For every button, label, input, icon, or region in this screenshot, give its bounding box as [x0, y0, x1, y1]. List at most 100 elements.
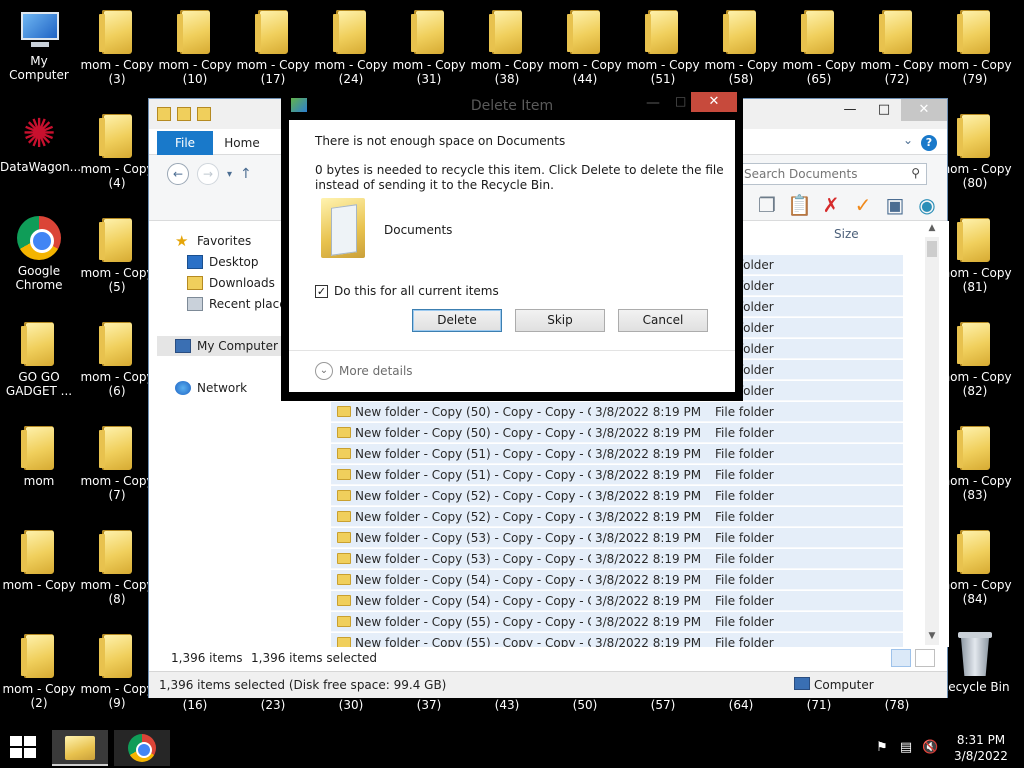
nav-network[interactable]: Network [175, 378, 247, 398]
minimize-button[interactable]: — [833, 99, 867, 121]
desktop-icon-mom-copy-31[interactable]: mom - Copy (31) [390, 2, 468, 86]
table-row[interactable]: New folder - Copy (52) - Copy - Copy - C… [331, 486, 903, 506]
recent-locations-icon[interactable]: ▾ [227, 169, 232, 180]
properties-icon[interactable]: ▣ [883, 193, 907, 217]
more-details-toggle[interactable]: ⌄ More details [315, 362, 413, 380]
nav-desktop[interactable]: Desktop [187, 252, 259, 272]
delete-button[interactable]: Delete [412, 309, 502, 332]
column-header-size[interactable]: Size [834, 227, 859, 241]
desktop-icon-label[interactable]: (30) [331, 698, 371, 712]
desktop-icon-my-computer[interactable]: My Computer [0, 2, 78, 82]
desktop-icon-mom-copy-38[interactable]: mom - Copy (38) [468, 2, 546, 86]
table-row[interactable]: New folder - Copy (55) - Copy - Copy - C… [331, 612, 903, 632]
nav-favorites[interactable]: ★ Favorites [175, 231, 251, 251]
desktop-icon-label[interactable]: (78) [877, 698, 917, 712]
minimize-button[interactable]: — [646, 95, 660, 111]
scroll-up-icon[interactable]: ▲ [925, 223, 939, 233]
properties-icon[interactable] [157, 107, 171, 121]
desktop-icon-label[interactable]: (64) [721, 698, 761, 712]
checkbox[interactable]: ✓ [315, 284, 328, 298]
network-status-icon[interactable]: ▤ [898, 740, 914, 756]
forward-button[interactable]: → [197, 163, 219, 185]
search-input[interactable] [738, 164, 898, 184]
close-button[interactable]: ✕ [901, 99, 947, 121]
rename-icon[interactable]: ✓ [851, 193, 875, 217]
table-row[interactable]: New folder - Copy (51) - Copy - Copy - C… [331, 465, 903, 485]
dialog-close-button[interactable]: ✕ [691, 92, 737, 112]
desktop-icon-mom-copy-72[interactable]: mom - Copy (72) [858, 2, 936, 86]
new-folder-icon[interactable] [177, 107, 191, 121]
nav-downloads[interactable]: Downloads [187, 273, 275, 293]
search-icon[interactable]: ⚲ [911, 166, 920, 180]
table-row[interactable]: New folder - Copy (52) - Copy - Copy - C… [331, 507, 903, 527]
desktop-icon-mom-copy-7[interactable]: mom - Copy (7) [78, 418, 156, 502]
folder-icon[interactable] [197, 107, 211, 121]
tab-file[interactable]: File [157, 131, 213, 155]
desktop-icon-label[interactable]: (23) [253, 698, 293, 712]
desktop-icon-mom-copy[interactable]: mom - Copy [0, 522, 78, 592]
desktop-icon-mom-copy-3[interactable]: mom - Copy (3) [78, 2, 156, 86]
volume-muted-icon[interactable]: 🔇 [922, 740, 938, 756]
help-icon[interactable]: ? [921, 135, 937, 151]
table-row[interactable]: New folder - Copy (53) - Copy - Copy - C… [331, 528, 903, 548]
search-box[interactable]: ⚲ [737, 163, 927, 185]
desktop-icon-mom-copy-79[interactable]: mom - Copy (79) [936, 2, 1014, 86]
desktop-icon-mom-copy-44[interactable]: mom - Copy (44) [546, 2, 624, 86]
desktop-icon-label[interactable]: (37) [409, 698, 449, 712]
chevron-down-icon[interactable]: ⌄ [903, 133, 913, 147]
table-row[interactable]: New folder - Copy (50) - Copy - Copy - C… [331, 402, 903, 422]
desktop-icon-label[interactable]: (16) [175, 698, 215, 712]
delete-icon[interactable]: ✗ [819, 193, 843, 217]
start-button[interactable] [10, 736, 38, 760]
desktop-icon-mom-copy-51[interactable]: mom - Copy (51) [624, 2, 702, 86]
desktop-icon-mom[interactable]: mom [0, 418, 78, 488]
desktop-icon-mom-copy-10[interactable]: mom - Copy (10) [156, 2, 234, 86]
large-icons-view-icon[interactable] [915, 649, 935, 667]
desktop-icon-mom-copy-6[interactable]: mom - Copy (6) [78, 314, 156, 398]
maximize-button[interactable]: □ [675, 94, 686, 108]
tab-home[interactable]: Home [215, 131, 269, 155]
desktop-icon-mom-copy-65[interactable]: mom - Copy (65) [780, 2, 858, 86]
taskbar-file-explorer[interactable] [52, 730, 108, 766]
taskbar-chrome[interactable] [114, 730, 170, 766]
desktop-icon-label[interactable]: (50) [565, 698, 605, 712]
cancel-button[interactable]: Cancel [618, 309, 708, 332]
desktop-icon-mom-copy-9[interactable]: mom - Copy (9) [78, 626, 156, 710]
desktop-icon-mom-copy-8[interactable]: mom - Copy (8) [78, 522, 156, 606]
desktop-icon-mom-copy-24[interactable]: mom - Copy (24) [312, 2, 390, 86]
desktop-icon-datawagon[interactable]: ✺ DataWagon... [0, 106, 81, 174]
desktop-icon-google-chrome[interactable]: Google Chrome [0, 210, 78, 292]
table-row[interactable]: New folder - Copy (51) - Copy - Copy - C… [331, 444, 903, 464]
scroll-down-icon[interactable]: ▼ [925, 631, 939, 641]
system-clock[interactable]: 8:31 PM 3/8/2022 [950, 732, 1012, 764]
table-row[interactable]: New folder - Copy (54) - Copy - Copy - C… [331, 570, 903, 590]
desktop-icon-label[interactable]: (57) [643, 698, 683, 712]
table-row[interactable]: New folder - Copy (50) - Copy - Copy - C… [331, 423, 903, 443]
desktop-icon-mom-copy-58[interactable]: mom - Copy (58) [702, 2, 780, 86]
paste-icon[interactable]: 📋 [787, 193, 812, 217]
nav-recent-places[interactable]: Recent places [187, 294, 293, 314]
skip-button[interactable]: Skip [515, 309, 605, 332]
desktop-icon-go-go-gadget[interactable]: GO GO GADGET ... [0, 314, 78, 398]
desktop-icon-mom-copy-17[interactable]: mom - Copy (17) [234, 2, 312, 86]
details-view-icon[interactable] [891, 649, 911, 667]
vertical-scrollbar[interactable]: ▲ ▼ [925, 223, 939, 645]
desktop-icon-mom-copy-4[interactable]: mom - Copy (4) [78, 106, 156, 190]
back-button[interactable]: ← [167, 163, 189, 185]
folder-icon [957, 530, 990, 574]
table-row[interactable]: New folder - Copy (54) - Copy - Copy - C… [331, 591, 903, 611]
desktop-icon-mom-copy-5[interactable]: mom - Copy (5) [78, 210, 156, 294]
up-button[interactable]: ↑ [240, 166, 252, 182]
apply-to-all-checkbox[interactable]: ✓ Do this for all current items [315, 284, 499, 298]
maximize-button[interactable]: □ [867, 99, 901, 121]
dialog-titlebar[interactable]: Delete Item — □ ✕ [281, 90, 743, 120]
scrollbar-thumb[interactable] [927, 241, 937, 257]
action-center-icon[interactable]: ⚑ [874, 740, 890, 756]
desktop-icon-label: (3) [108, 72, 126, 86]
desktop-icon-label[interactable]: (43) [487, 698, 527, 712]
shell-icon[interactable]: ◉ [915, 193, 939, 217]
table-row[interactable]: New folder - Copy (53) - Copy - Copy - C… [331, 549, 903, 569]
desktop-icon-label[interactable]: (71) [799, 698, 839, 712]
copy-icon[interactable]: ❐ [755, 193, 779, 217]
desktop-icon-mom-copy-2[interactable]: mom - Copy (2) [0, 626, 78, 710]
